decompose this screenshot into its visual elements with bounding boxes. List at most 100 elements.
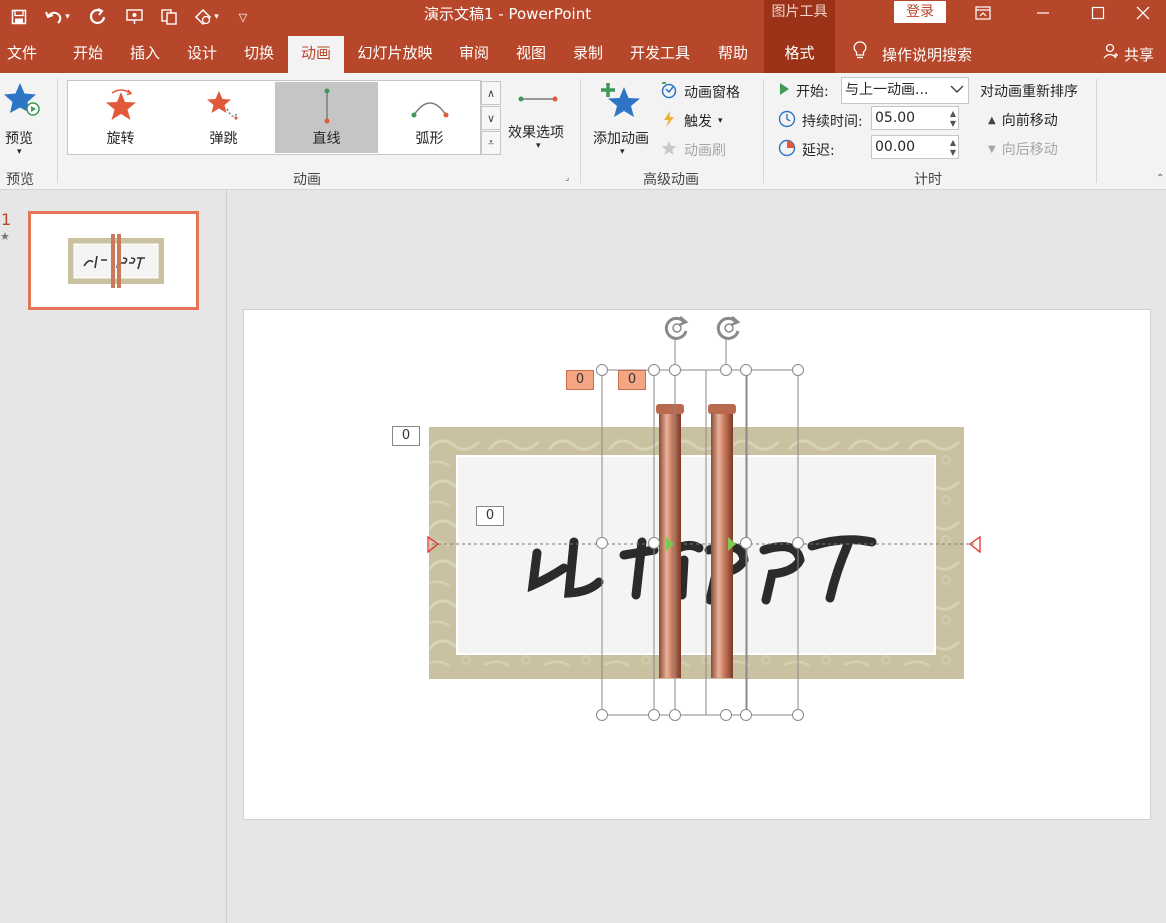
resize-handle[interactable] [596, 537, 608, 549]
group-separator [580, 79, 581, 183]
add-animation-label: 添加动画 [593, 131, 649, 147]
animation-marker-icon: ★ [0, 230, 10, 243]
share-button[interactable]: 共享 [1102, 36, 1154, 73]
collapse-ribbon-icon[interactable]: ⌃ [1156, 173, 1164, 184]
gallery-more-icon[interactable]: ⩡ [481, 131, 501, 155]
preview-button[interactable]: 预览 ▾ [2, 79, 42, 163]
tell-me-search[interactable]: 操作说明搜索 [852, 36, 972, 73]
gallery-scroll-up-icon[interactable]: ∧ [481, 81, 501, 105]
animation-line[interactable]: 直线 [275, 82, 378, 153]
left-rod-cap [656, 404, 684, 414]
tab-record[interactable]: 录制 [562, 36, 614, 73]
tab-developer[interactable]: 开发工具 [620, 36, 700, 73]
animation-pane-icon [660, 81, 678, 103]
move-later-label: 向后移动 [1001, 142, 1058, 158]
group-label-preview: 预览 [6, 172, 34, 188]
login-button[interactable]: 登录 [894, 1, 946, 23]
banner-panel [456, 455, 936, 655]
window-title: 演示文稿1 - PowerPoint [424, 5, 592, 23]
spin-down-icon[interactable]: ▼ [950, 119, 956, 128]
animation-tag-text[interactable]: 0 [476, 506, 504, 526]
resize-handle[interactable] [648, 364, 660, 376]
save-icon[interactable] [6, 4, 32, 30]
line-path-icon [324, 88, 330, 124]
tab-home[interactable]: 开始 [62, 36, 114, 73]
resize-handle[interactable] [596, 709, 608, 721]
duration-spinner[interactable]: 05.00 ▲ ▼ [871, 106, 959, 130]
arc-path-icon [411, 102, 449, 118]
spin-down-icon[interactable]: ▼ [950, 148, 956, 157]
start-label: 开始: [796, 84, 829, 100]
tab-transitions[interactable]: 切换 [233, 36, 285, 73]
animation-pane-button[interactable]: 动画窗格 [660, 81, 740, 103]
tab-review[interactable]: 审阅 [448, 36, 500, 73]
animation-painter-button[interactable]: 动画刷 [660, 139, 726, 161]
slide-canvas[interactable]: 0 0 0 0 [243, 309, 1151, 820]
trigger-button[interactable]: 触发 ▾ [660, 110, 723, 132]
tab-insert[interactable]: 插入 [119, 36, 171, 73]
resize-handle[interactable] [792, 364, 804, 376]
delay-label-row: 延迟: [778, 139, 835, 161]
animation-arc[interactable]: 弧形 [378, 82, 481, 153]
start-select[interactable]: 与上一动画... [841, 77, 969, 104]
animation-bounce[interactable]: 弹跳 [172, 82, 275, 153]
effect-options-dropdown-icon: ▾ [536, 141, 541, 151]
ribbon: 预览 ▾ 预览 旋转 弹跳 直线 弧形 ∧ ∨ ⩡ 效果选项 ▾ 动画 ⌟ 添加… [0, 73, 1166, 190]
resize-handle[interactable] [740, 364, 752, 376]
right-rod-cap [708, 404, 736, 414]
slide-thumbnail[interactable] [28, 211, 199, 310]
move-earlier-button[interactable]: ▲ 向前移动 [988, 110, 1058, 130]
tab-slideshow[interactable]: 幻灯片放映 [350, 36, 440, 73]
spin-up-icon[interactable]: ▲ [950, 109, 956, 118]
tab-animations[interactable]: 动画 [288, 36, 344, 73]
close-icon[interactable] [1120, 0, 1166, 26]
preview-dropdown-icon: ▾ [17, 147, 22, 157]
maximize-icon[interactable] [1075, 0, 1121, 26]
minimize-icon[interactable] [1020, 0, 1066, 26]
play-icon [778, 82, 790, 100]
resize-handle[interactable] [596, 364, 608, 376]
effect-options-button[interactable]: 效果选项 ▾ [506, 83, 572, 163]
animation-gallery: 旋转 弹跳 直线 弧形 [67, 80, 481, 155]
ribbon-display-options-icon[interactable] [960, 0, 1006, 26]
presentation-icon[interactable] [122, 4, 148, 30]
move-later-button[interactable]: ▼ 向后移动 [988, 139, 1058, 159]
resize-handle[interactable] [648, 709, 660, 721]
gallery-scroll-down-icon[interactable]: ∨ [481, 106, 501, 130]
resize-handle[interactable] [792, 537, 804, 549]
spin-up-icon[interactable]: ▲ [950, 138, 956, 147]
resize-handle[interactable] [648, 537, 660, 549]
tab-format[interactable]: 格式 [764, 36, 835, 73]
resize-handle[interactable] [792, 709, 804, 721]
undo-icon[interactable]: ▾ [40, 4, 74, 30]
slide-number: 1 [1, 210, 12, 229]
resize-handle[interactable] [720, 364, 732, 376]
resize-handle[interactable] [669, 364, 681, 376]
resize-handle[interactable] [720, 709, 732, 721]
rotate-handle-icon[interactable] [662, 313, 692, 347]
rotate-handle-icon[interactable] [714, 313, 744, 347]
tab-help[interactable]: 帮助 [707, 36, 759, 73]
dialog-launcher-icon[interactable]: ⌟ [565, 173, 569, 183]
redo-icon[interactable] [84, 4, 112, 30]
resize-handle[interactable] [740, 537, 752, 549]
animation-tag-left-rod[interactable]: 0 [566, 370, 594, 390]
add-animation-button[interactable]: 添加动画 ▾ [590, 79, 656, 163]
start-select-value: 与上一动画... [845, 82, 929, 98]
lightning-icon [660, 110, 678, 132]
delay-spinner[interactable]: 00.00 ▲ ▼ [871, 135, 959, 159]
tab-view[interactable]: 视图 [505, 36, 557, 73]
delay-clock-icon [778, 139, 796, 161]
shapes-icon[interactable]: ▾ [188, 4, 224, 30]
animation-tag-banner[interactable]: 0 [392, 426, 420, 446]
animation-spin[interactable]: 旋转 [69, 82, 172, 153]
resize-handle[interactable] [669, 709, 681, 721]
copy-icon[interactable] [156, 4, 182, 30]
tab-design[interactable]: 设计 [176, 36, 228, 73]
thumbnail-preview [68, 234, 164, 288]
animation-tag-right-rod[interactable]: 0 [618, 370, 646, 390]
customize-qat-icon[interactable]: ▽ [232, 4, 254, 30]
animation-painter-icon [660, 139, 678, 161]
tab-file[interactable]: 文件 [0, 36, 44, 73]
resize-handle[interactable] [740, 709, 752, 721]
